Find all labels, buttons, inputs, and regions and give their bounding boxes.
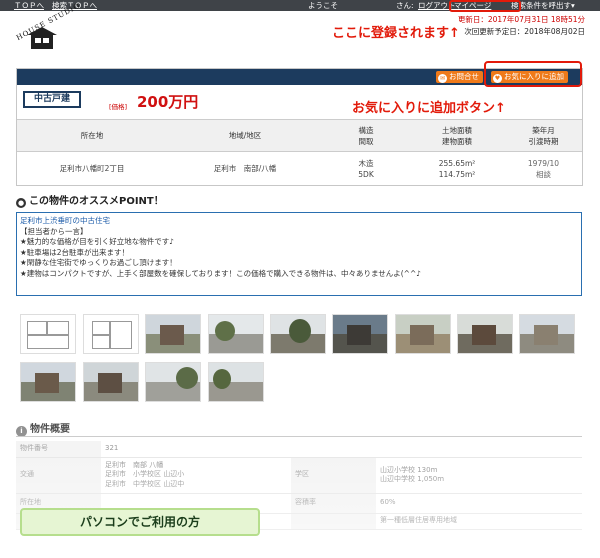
point-line: ★建物はコンパクトですが、上手く部屋数を確保しております！この価格で購入できる物… [20,268,422,278]
photo-thumbnail[interactable] [519,314,575,354]
photo-thumbnail[interactable] [332,314,388,354]
cell-location: 足利市八幡町2丁目 [59,164,125,174]
spec-table: 所在地 地域/地区 構造 間取 土地面積 建物面積 築年月 引渡時期 足利市八幡… [17,119,582,186]
price-value: 200万円 [137,93,199,111]
point-line: ★駐車場は2台駐車が出来ます！ [20,247,129,257]
annotation-registered-here: ここに登録されます↑ [330,22,462,41]
photo-thumbnail[interactable] [83,362,139,402]
row-value: 60% [376,493,582,514]
row-value: 足利市 南部 八幡 足利市 小学校区 山辺小 足利市 中学校区 山辺中 [101,457,291,494]
point-line: 足利市上渋垂町の中古住宅 [20,216,110,225]
floorplan-thumbnail[interactable] [83,314,139,354]
point-line: ★閑静な住宅街でゆっくりお過ごし頂けます！ [20,258,177,268]
photo-thumbnail[interactable] [457,314,513,354]
house-icon [27,27,57,51]
photo-thumbnail[interactable] [208,314,264,354]
inquiry-button[interactable]: ✉ お問合せ [436,71,483,83]
row-key: 交通 [16,457,101,494]
next-update-date: 次回更新予定日：2018年08月02日 [464,27,585,36]
site-logo[interactable]: HOUSE STUDIO [13,1,82,55]
cell-structure: 木造 5DK [358,158,374,179]
header-location: 所在地 [17,119,167,152]
row-value: 山辺小学校 130m 山辺中学校 1,050m [376,457,582,494]
overview-section-title: i 物件概要 [16,420,582,437]
header-area: 地域/地区 [167,119,323,152]
mypage-highlight-box [449,0,521,12]
divider [16,436,582,437]
point-section-title: ● この物件のオススメPOINT！ [16,196,164,208]
photo-thumbnail[interactable] [270,314,326,354]
header-built: 築年月 引渡時期 [505,119,582,152]
row-key: 学区 [291,457,376,494]
spec-data-row: 足利市八幡町2丁目 足利市 南部/八幡 木造 5DK 255.65m² 114.75… [17,152,582,186]
welcome-text: ようこそ [308,1,338,10]
row-value: 321 [101,441,582,458]
cell-area: 足利市 南部/八幡 [213,164,277,174]
photo-thumbnail[interactable] [395,314,451,354]
row-key [291,513,376,530]
update-dates: 更新日：2017年07月31日 18時51分 次回更新予定日：2018年08月0… [458,14,585,38]
photo-gallery [20,314,580,406]
table-row: 物件番号 321 [16,441,582,458]
favorite-highlight-box [484,61,582,87]
user-suffix: さん: [396,1,414,10]
point-line: 【担当者から一言】 [20,226,88,236]
header-structure: 構造 間取 [323,119,409,152]
registered-date: 更新日：2017年07月31日 18時51分 [457,15,585,24]
row-value: 第一種低層住居専用地域 [376,513,582,530]
price-label: [価格] [109,103,128,111]
mail-icon: ✉ [438,74,447,83]
spec-header-row: 所在地 地域/地区 構造 間取 土地面積 建物面積 築年月 引渡時期 [17,119,582,152]
photo-thumbnail[interactable] [20,362,76,402]
cell-areas: 255.65m² 114.75m² [438,158,476,179]
top-link[interactable]: ＴＯＰへ [14,0,44,11]
annotation-pc-users: パソコンでご利用の方 [20,508,260,536]
pin-icon: ● [16,198,26,208]
property-type-badge: 中古戸建 [23,91,81,108]
photo-thumbnail[interactable] [145,314,201,354]
table-row: 交通 足利市 南部 八幡 足利市 小学校区 山辺小 足利市 中学校区 山辺中 学区 … [16,457,582,494]
photo-thumbnail[interactable] [145,362,201,402]
header-land-area: 土地面積 建物面積 [409,119,505,152]
floorplan-thumbnail[interactable] [20,314,76,354]
photo-thumbnail[interactable] [208,362,264,402]
point-box: 足利市上渋垂町の中古住宅 【担当者から一言】 ★魅力的な価格が目を引く好立地な物… [16,212,582,296]
row-key: 物件番号 [16,441,101,458]
row-key: 容積率 [291,493,376,514]
annotation-fav-button: お気に入りに追加ボタン↑ [350,97,508,116]
cell-built: 1979/10 相談 [527,158,560,179]
point-line: ★魅力的な価格が目を引く好立地な物件です♪ [20,237,175,247]
